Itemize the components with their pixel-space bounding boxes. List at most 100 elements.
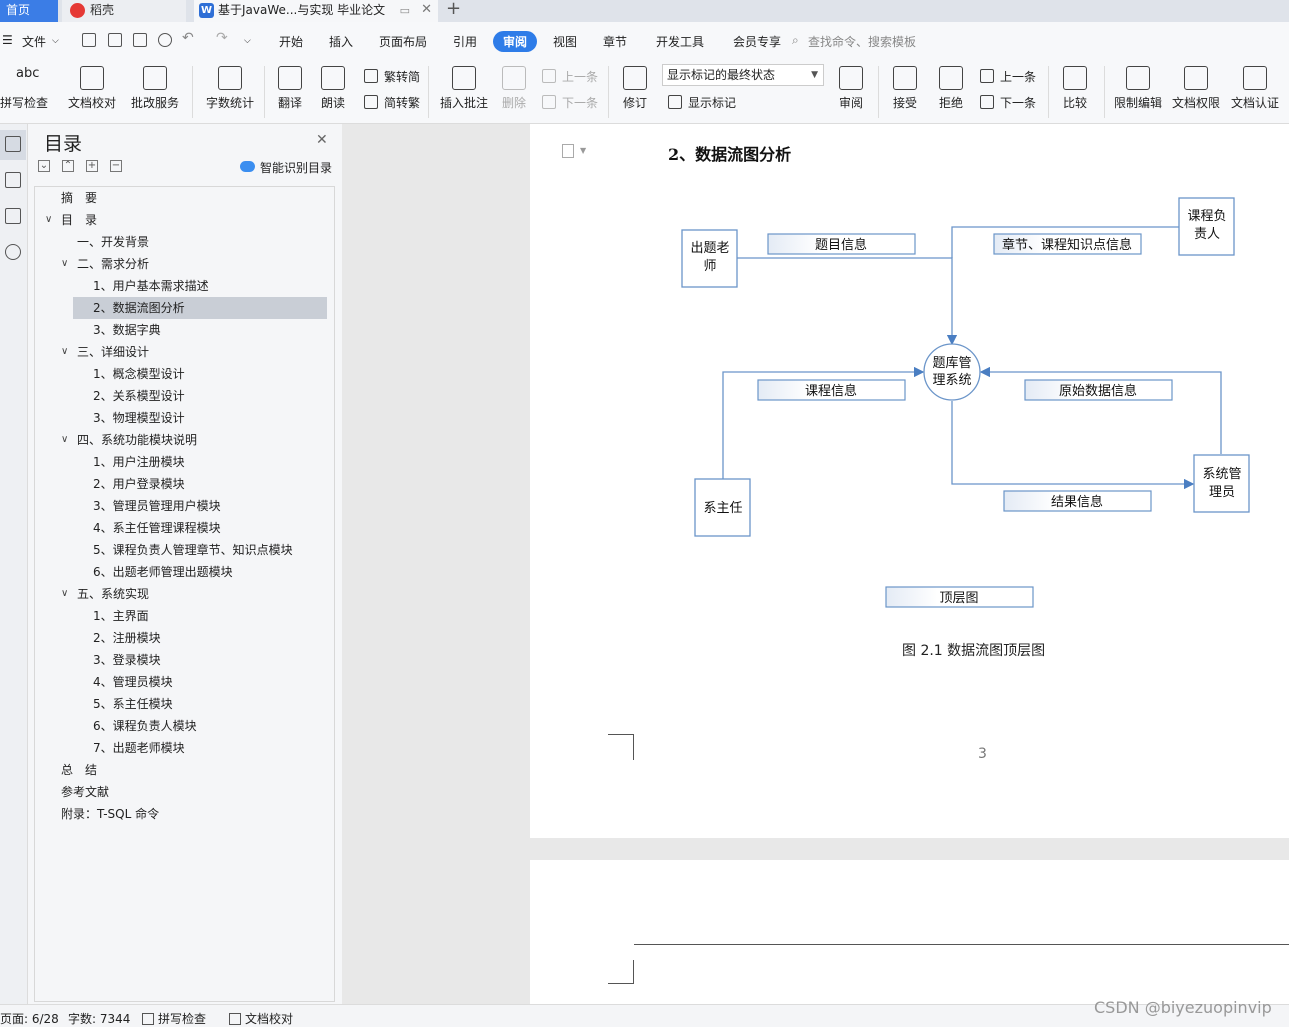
menu-chapter[interactable]: 章节 <box>603 33 627 50</box>
add-heading-icon[interactable]: + <box>86 160 98 172</box>
chevron-down-icon[interactable]: ∨ <box>45 209 52 231</box>
translate-button[interactable]: 翻译 <box>272 60 308 124</box>
track-changes-button[interactable]: 修订 <box>616 60 654 124</box>
review-pane-button[interactable]: 审阅 <box>832 60 870 124</box>
chevron-down-icon[interactable]: ⌵ <box>52 36 59 46</box>
toc-item[interactable]: 3、管理员管理用户模块 <box>35 495 334 517</box>
toc-item[interactable]: ∨ 二、需求分析 <box>35 253 334 275</box>
monitor-icon[interactable]: ▭ <box>400 1 410 21</box>
collapse-all-icon[interactable]: ⌄ <box>38 160 50 172</box>
toc-item[interactable]: 3、物理模型设计 <box>35 407 334 429</box>
next-comment-button[interactable]: 下一条 <box>542 94 598 111</box>
toc-item[interactable]: ∨ 目 录 <box>35 209 334 231</box>
export-pdf-icon[interactable] <box>108 33 122 47</box>
toc-item[interactable]: 2、数据流图分析 <box>35 297 334 319</box>
word-count-button[interactable]: 字数统计 <box>204 60 256 124</box>
tab-daoke[interactable]: 稻壳 <box>62 0 186 22</box>
prev-comment-button[interactable]: 上一条 <box>542 68 598 85</box>
chevron-down-icon[interactable]: ▼ <box>580 146 586 155</box>
compare-button[interactable]: 比较 <box>1056 60 1094 124</box>
toc-item[interactable]: 5、系主任模块 <box>35 693 334 715</box>
doc-permission-button[interactable]: 文档权限 <box>1170 60 1222 124</box>
show-markup-button[interactable]: 显示标记 <box>668 94 736 111</box>
search-icon[interactable] <box>5 244 21 260</box>
spellcheck-button[interactable]: abc 拼写检查 <box>0 60 48 124</box>
markup-state-select[interactable]: 显示标记的最终状态 ▼ <box>662 64 824 86</box>
remove-heading-icon[interactable]: − <box>110 160 122 172</box>
menu-file[interactable]: 文件 <box>22 33 46 50</box>
navigation-icon[interactable] <box>5 172 21 188</box>
toc-item[interactable]: 2、注册模块 <box>35 627 334 649</box>
menu-member[interactable]: 会员专享 <box>733 33 781 50</box>
undo-icon[interactable]: ↶ <box>182 30 194 46</box>
toc-item[interactable]: 2、用户登录模块 <box>35 473 334 495</box>
insert-comment-button[interactable]: 插入批注 <box>438 60 490 124</box>
chevron-down-icon[interactable]: ∨ <box>61 429 68 451</box>
menu-insert[interactable]: 插入 <box>329 33 353 50</box>
toc-item[interactable]: 5、课程负责人管理章节、知识点模块 <box>35 539 334 561</box>
page-options-icon[interactable] <box>562 144 574 158</box>
menu-references[interactable]: 引用 <box>453 33 477 50</box>
customize-toolbar-icon[interactable]: ⌵ <box>244 36 251 46</box>
toc-item[interactable]: ∨ 四、系统功能模块说明 <box>35 429 334 451</box>
menu-layout[interactable]: 页面布局 <box>379 33 427 50</box>
accept-button[interactable]: 接受 <box>886 60 924 124</box>
word-count-indicator[interactable]: 字数: 7344 <box>68 1010 130 1027</box>
print-icon[interactable] <box>133 33 147 47</box>
toc-item[interactable]: 4、系主任管理课程模块 <box>35 517 334 539</box>
toc-item[interactable]: 7、出题老师模块 <box>35 737 334 759</box>
toc-item[interactable]: 1、用户基本需求描述 <box>35 275 334 297</box>
smart-toc-button[interactable]: 智能识别目录 <box>240 159 332 176</box>
toc-item[interactable]: 参考文献 <box>35 781 334 803</box>
save-icon[interactable] <box>82 33 96 47</box>
menu-home[interactable]: 开始 <box>279 33 303 50</box>
doc-certify-button[interactable]: 文档认证 <box>1229 60 1281 124</box>
expand-up-icon[interactable]: ⌃ <box>62 160 74 172</box>
simp-to-trad-button[interactable]: 简转繁 <box>364 94 420 111</box>
toc-item[interactable]: 1、主界面 <box>35 605 334 627</box>
close-icon[interactable]: ✕ <box>316 132 328 148</box>
tab-home[interactable]: 首页 <box>0 0 58 22</box>
toc-item[interactable]: 3、数据字典 <box>35 319 334 341</box>
toc-item[interactable]: 附录：T-SQL 命令 <box>35 803 334 825</box>
prev-change-button[interactable]: 上一条 <box>980 68 1036 85</box>
proof-status[interactable]: 文档校对 <box>229 1010 293 1027</box>
toc-item[interactable]: 2、关系模型设计 <box>35 385 334 407</box>
toc-item[interactable]: ∨ 三、详细设计 <box>35 341 334 363</box>
next-change-button[interactable]: 下一条 <box>980 94 1036 111</box>
toc-item[interactable]: 一、开发背景 <box>35 231 334 253</box>
toc-item[interactable]: ∨ 五、系统实现 <box>35 583 334 605</box>
toc-item[interactable]: 1、用户注册模块 <box>35 451 334 473</box>
reject-button[interactable]: 拒绝 <box>932 60 970 124</box>
page-indicator[interactable]: 页面: 6/28 <box>0 1010 59 1027</box>
print-preview-icon[interactable] <box>158 33 172 47</box>
redo-icon[interactable]: ↷ <box>216 30 228 46</box>
toc-item[interactable]: 6、出题老师管理出题模块 <box>35 561 334 583</box>
toc-item[interactable]: 摘 要 <box>35 187 334 209</box>
batch-service-button[interactable]: 批改服务 <box>126 60 184 124</box>
menu-view[interactable]: 视图 <box>553 33 577 50</box>
hamburger-icon[interactable]: ☰ <box>2 33 13 47</box>
toc-item[interactable]: 6、课程负责人模块 <box>35 715 334 737</box>
trad-to-simp-button[interactable]: 繁转简 <box>364 68 420 85</box>
menu-developer[interactable]: 开发工具 <box>656 33 704 50</box>
chevron-down-icon[interactable]: ∨ <box>61 583 68 605</box>
toc-item[interactable]: 4、管理员模块 <box>35 671 334 693</box>
toc-item[interactable]: 3、登录模块 <box>35 649 334 671</box>
delete-comment-button[interactable]: 删除 <box>496 60 532 124</box>
read-aloud-button[interactable]: 朗读 <box>316 60 350 124</box>
chevron-down-icon[interactable]: ∨ <box>61 341 68 363</box>
doc-proof-button[interactable]: 文档校对 <box>66 60 118 124</box>
menu-review[interactable]: 审阅 <box>493 31 538 52</box>
chevron-down-icon[interactable]: ∨ <box>61 253 68 275</box>
spellcheck-status[interactable]: 拼写检查 <box>142 1010 206 1027</box>
command-search[interactable]: ⌕ 查找命令、搜索模板 <box>792 33 916 50</box>
toc-panel-icon[interactable] <box>5 136 21 152</box>
restrict-edit-button[interactable]: 限制编辑 <box>1112 60 1164 124</box>
bookmark-icon[interactable] <box>5 208 21 224</box>
close-tab-icon[interactable]: ✕ <box>421 0 432 20</box>
toc-item[interactable]: 总 结 <box>35 759 334 781</box>
tab-document[interactable]: W 基于JavaWe...与实现 毕业论文 ▭ ✕ <box>194 0 438 22</box>
new-tab-button[interactable]: + <box>446 0 461 19</box>
toc-item[interactable]: 1、概念模型设计 <box>35 363 334 385</box>
